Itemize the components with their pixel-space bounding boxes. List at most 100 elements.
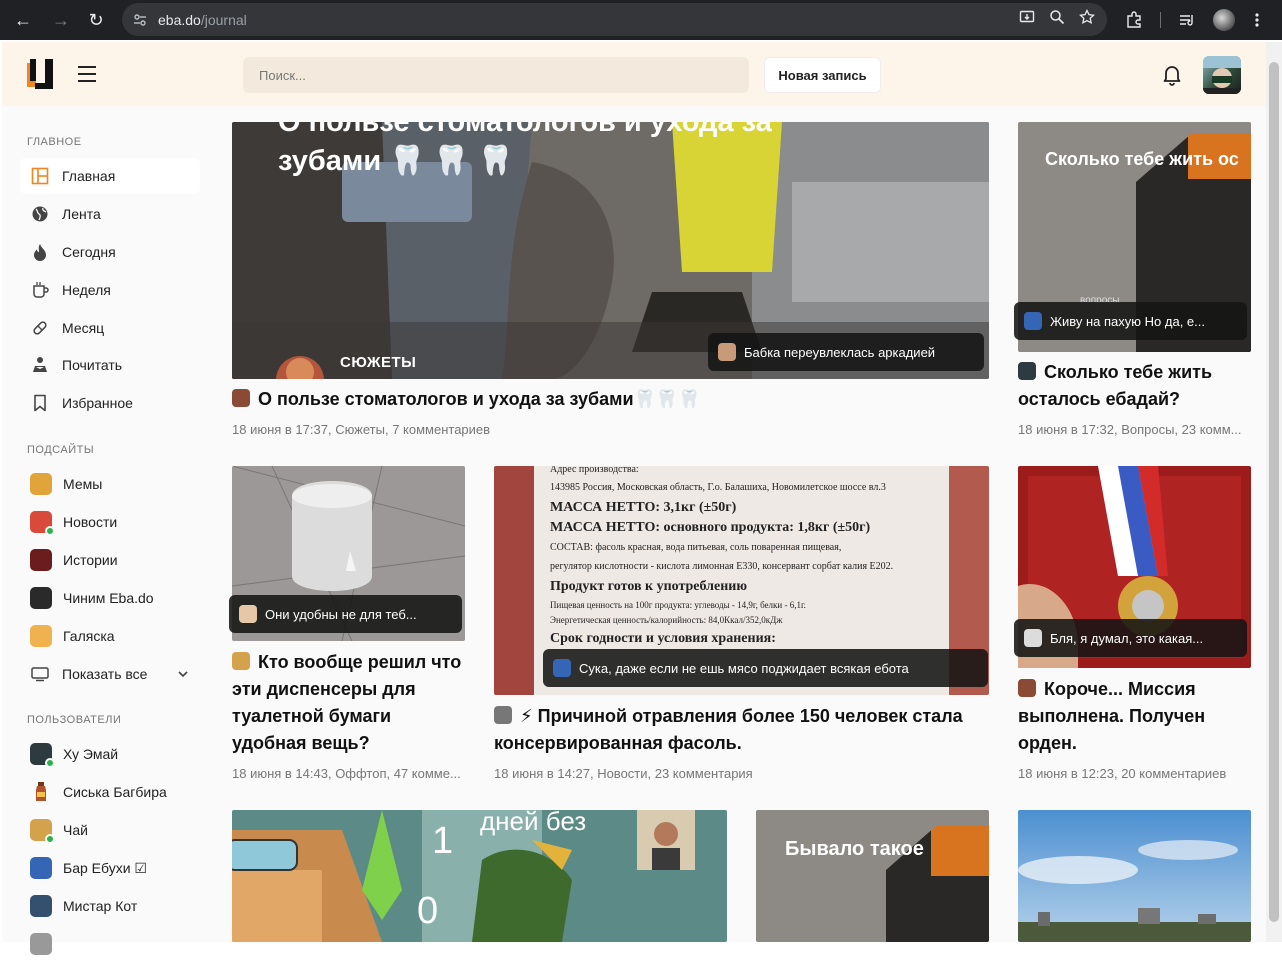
label-line: Пищевая ценность на 100г продукта: углев…: [550, 600, 806, 610]
comment-text: Бабка переувлеклась аркадией: [744, 344, 936, 360]
sidebar-item-user[interactable]: [20, 926, 200, 962]
sidebar-section-users: ПОЛЬЗОВАТЕЛИ: [27, 714, 122, 726]
sidebar-item-label: Новости: [63, 514, 118, 530]
new-post-button[interactable]: Новая запись: [764, 57, 881, 93]
author-avatar: [232, 389, 250, 407]
user-avatar: [30, 933, 52, 955]
comment-bubble[interactable]: Живу на пахую Но да, е...: [1014, 302, 1247, 340]
sidebar-item-show-all[interactable]: Показать все: [20, 656, 200, 692]
sidebar-item-week[interactable]: Неделя: [20, 272, 200, 308]
sidebar-item-label: Избранное: [62, 395, 133, 411]
notifications-bell-icon[interactable]: [1162, 64, 1182, 86]
comment-bubble[interactable]: Они удобны не для теб...: [229, 595, 462, 633]
label-line: Адрес производства:: [550, 466, 639, 475]
pill-icon: [30, 318, 50, 338]
meme-card-image[interactable]: дней без 1 0: [232, 810, 727, 942]
sidebar-item-home[interactable]: Главная: [20, 158, 200, 194]
user-avatar: [30, 895, 52, 917]
sidebar-item-label: Галяска: [63, 628, 115, 644]
chrome-menu-icon[interactable]: [1254, 0, 1260, 40]
sidebar-section-main: ГЛАВНОЕ: [27, 136, 82, 148]
comment-text: Бля, я думал, это какая...: [1050, 630, 1204, 646]
landscape-card-image[interactable]: [1018, 810, 1251, 942]
post-title[interactable]: Короче... Миссия выполнена. Получен орде…: [1018, 676, 1251, 757]
sidebar-item-user[interactable]: Мистар Кот: [20, 888, 200, 924]
comment-bubble[interactable]: Бля, я думал, это какая...: [1014, 619, 1247, 657]
sidebar-item-label: Мемы: [63, 476, 103, 492]
user-avatar: [30, 781, 52, 803]
profile-avatar-icon[interactable]: [1213, 0, 1235, 40]
sidebar-item-feed[interactable]: Лента: [20, 196, 200, 232]
user-avatar: [30, 819, 55, 844]
sidebar-item-label: Месяц: [62, 320, 105, 336]
post-title[interactable]: ⚡ Причиной отравления более 150 человек …: [494, 703, 989, 757]
user-avatar: [30, 743, 55, 768]
sidebar-item-label: Истории: [63, 552, 118, 568]
post-meta: 18 июня в 17:37, Сюжеты, 7 комментариев: [232, 422, 491, 437]
sidebar-item-galyaska[interactable]: Галяска: [20, 618, 200, 654]
user-avatar: [30, 857, 52, 879]
hero-overlay-title: зубами 🦷 🦷 🦷: [278, 145, 514, 177]
page-scrollbar[interactable]: [1266, 42, 1282, 942]
sidebar-item-user[interactable]: Ху Эмай: [20, 736, 200, 772]
subsite-avatar: [30, 587, 52, 609]
comment-avatar: [1024, 629, 1042, 647]
hero-overlay-title-top: О пользе стоматологов и ухода за: [278, 122, 772, 138]
sidebar-item-news[interactable]: Новости: [20, 504, 200, 540]
search-input[interactable]: [243, 57, 749, 93]
sidebar-item-read[interactable]: Почитать: [20, 347, 200, 383]
media-control-icon[interactable]: [1178, 0, 1196, 40]
sidebar-item-label: Показать все: [62, 666, 148, 682]
site-info-icon[interactable]: [122, 13, 158, 27]
sidebar-item-memes[interactable]: Мемы: [20, 466, 200, 502]
subsite-avatar: [30, 511, 55, 536]
post-title[interactable]: Сколько тебе жить осталось ебадай?: [1018, 359, 1251, 413]
sidebar-item-user[interactable]: Бар Ебухи ☑: [20, 850, 200, 886]
label-line: 143985 Россия, Московская область, Г.о. …: [550, 482, 886, 493]
sidebar-item-label: Ху Эмай: [63, 746, 119, 762]
url-host: eba.do: [158, 11, 201, 28]
scrollbar-thumb[interactable]: [1269, 62, 1279, 922]
site-logo[interactable]: [27, 59, 55, 89]
sidebar-item-stories[interactable]: Истории: [20, 542, 200, 578]
menu-burger-icon[interactable]: [78, 66, 96, 82]
comment-avatar: [239, 605, 257, 623]
question-card-image[interactable]: Бывало такое: [756, 810, 989, 942]
sidebar-item-label: Неделя: [62, 282, 111, 298]
meme-number: 1: [432, 820, 454, 862]
post-title-text: Короче... Миссия выполнена. Получен орде…: [1018, 679, 1206, 753]
sidebar-item-label: Главная: [62, 168, 116, 184]
user-avatar[interactable]: [1203, 56, 1241, 94]
forward-icon[interactable]: →: [44, 3, 78, 37]
sidebar-item-favorites[interactable]: Избранное: [20, 385, 200, 421]
sidebar-item-label: Лента: [62, 206, 101, 222]
post-title-text: Кто вообще решил что эти диспенсеры для …: [232, 652, 462, 753]
sidebar-item-today[interactable]: Сегодня: [20, 234, 200, 270]
sidebar-item-month[interactable]: Месяц: [20, 310, 200, 346]
extensions-icon[interactable]: [1125, 0, 1143, 40]
post-title[interactable]: О пользе стоматологов и ухода за зубами🦷…: [232, 386, 989, 413]
story-badge[interactable]: СЮЖЕТЫ: [340, 354, 416, 371]
zoom-icon[interactable]: [1049, 9, 1065, 30]
install-app-icon[interactable]: [1019, 9, 1035, 30]
sidebar-item-label: Бар Ебухи ☑: [63, 859, 147, 876]
sidebar-item-label: Чай: [63, 822, 88, 838]
sidebar-item-fix-ebado[interactable]: Чиним Eba.do: [20, 580, 200, 616]
comment-bubble[interactable]: Сука, даже если не ешь мясо поджидает вс…: [543, 649, 988, 687]
bookmark-star-icon[interactable]: [1079, 8, 1095, 30]
sidebar-section-subsites: ПОДСАЙТЫ: [27, 444, 95, 456]
post-title[interactable]: Кто вообще решил что эти диспенсеры для …: [232, 649, 465, 757]
comment-text: Они удобны не для теб...: [265, 606, 417, 622]
back-icon[interactable]: ←: [6, 3, 40, 37]
reload-icon[interactable]: ↻: [79, 3, 113, 37]
post-title-text: О пользе стоматологов и ухода за зубами🦷…: [258, 389, 701, 409]
card-overlay-title: Бывало такое: [785, 838, 924, 860]
comment-avatar: [553, 659, 571, 677]
bookmark-icon: [30, 393, 50, 413]
sidebar-item-user[interactable]: Сиська Багбира: [20, 774, 200, 810]
address-bar[interactable]: eba.do/journal: [122, 3, 1107, 36]
reader-icon: [30, 355, 50, 375]
site-header: Новая запись: [2, 42, 1266, 106]
sidebar-item-user[interactable]: Чай: [20, 812, 200, 848]
comment-bubble[interactable]: Бабка переувлеклась аркадией: [708, 333, 984, 371]
